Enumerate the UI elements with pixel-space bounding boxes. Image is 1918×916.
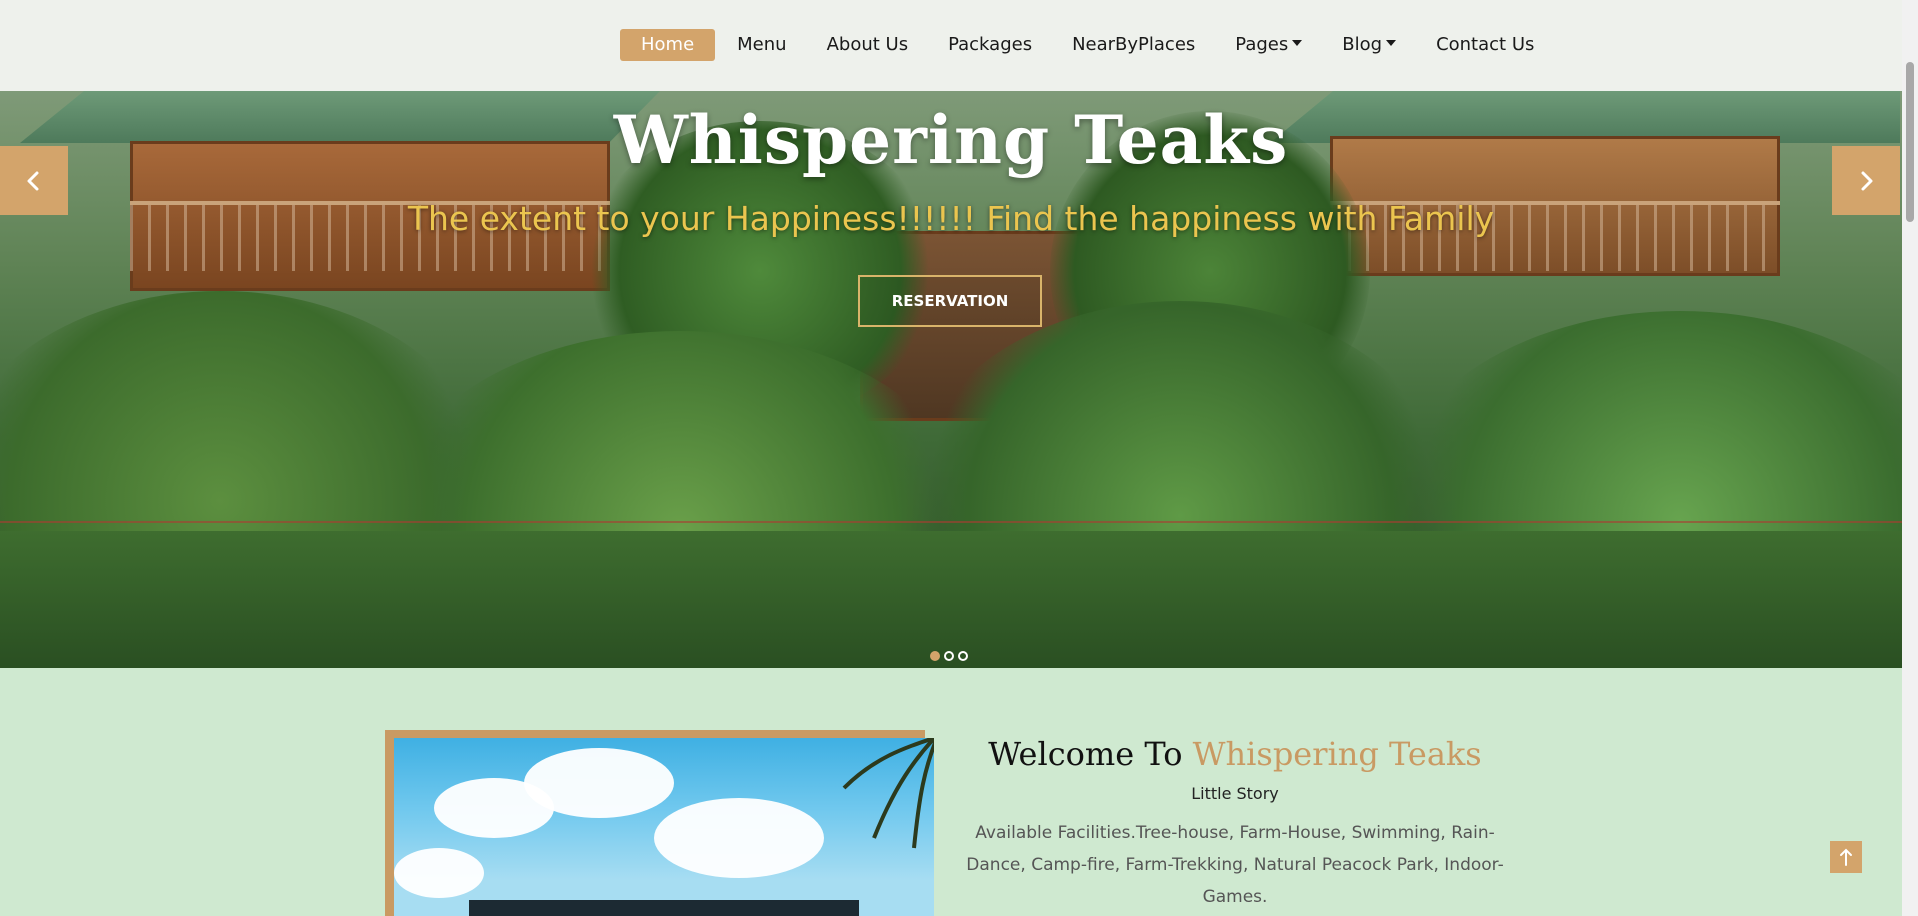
nav-item-blog[interactable]: Blog <box>1322 29 1416 61</box>
hero-title: Whispering Teaks <box>613 101 1289 179</box>
caret-down-icon <box>1386 40 1397 46</box>
hero-carousel: Whispering Teaks The extent to your Happ… <box>0 91 1902 668</box>
nav-item-contact-us[interactable]: Contact Us <box>1416 29 1554 61</box>
welcome-title: Welcome To Whispering Teaks <box>960 735 1510 773</box>
top-navbar: Home Menu About Us Packages NearByPlaces… <box>0 0 1902 91</box>
carousel-prev-button[interactable] <box>0 146 68 215</box>
carousel-dot-1[interactable] <box>930 651 940 661</box>
carousel-dot-2[interactable] <box>944 651 954 661</box>
welcome-title-accent: Whispering Teaks <box>1192 735 1482 773</box>
image-roofline <box>469 900 859 916</box>
image-cloud <box>524 748 674 818</box>
nav-menu: Home Menu About Us Packages NearByPlaces… <box>620 29 1554 61</box>
carousel-indicators <box>930 651 968 661</box>
welcome-description: Available Facilities.Tree-house, Farm-Ho… <box>966 823 1504 907</box>
welcome-title-prefix: Welcome To <box>988 735 1183 773</box>
carousel-dot-3[interactable] <box>958 651 968 661</box>
image-cloud <box>654 798 824 878</box>
hero-photo-hedge <box>0 531 1902 668</box>
scrollbar-thumb[interactable] <box>1906 62 1914 222</box>
chevron-left-icon <box>27 171 39 190</box>
nav-item-nearbyplaces[interactable]: NearByPlaces <box>1052 29 1215 61</box>
caret-down-icon <box>1292 40 1303 46</box>
welcome-image <box>394 738 934 916</box>
reservation-button[interactable]: RESERVATION <box>858 275 1042 327</box>
palm-leaf-image <box>842 738 934 849</box>
scroll-to-top-button[interactable] <box>1830 841 1862 873</box>
vertical-scrollbar[interactable] <box>1902 0 1918 916</box>
nav-item-blog-label: Blog <box>1342 34 1383 55</box>
arrow-up-icon <box>1840 848 1852 866</box>
nav-item-about-us[interactable]: About Us <box>807 29 929 61</box>
carousel-next-button[interactable] <box>1832 146 1900 215</box>
nav-item-pages-label: Pages <box>1235 34 1289 55</box>
nav-item-packages[interactable]: Packages <box>928 29 1052 61</box>
image-cloud <box>394 848 484 898</box>
little-story-label: Little Story <box>1191 784 1279 803</box>
hero-subtitle: The extent to your Happiness!!!!!! Find … <box>407 199 1495 238</box>
nav-item-menu[interactable]: Menu <box>717 29 806 61</box>
chevron-right-icon <box>1861 171 1873 190</box>
nav-item-home[interactable]: Home <box>620 29 716 61</box>
nav-item-pages[interactable]: Pages <box>1215 29 1322 61</box>
hero-photo-fence <box>0 521 1902 531</box>
